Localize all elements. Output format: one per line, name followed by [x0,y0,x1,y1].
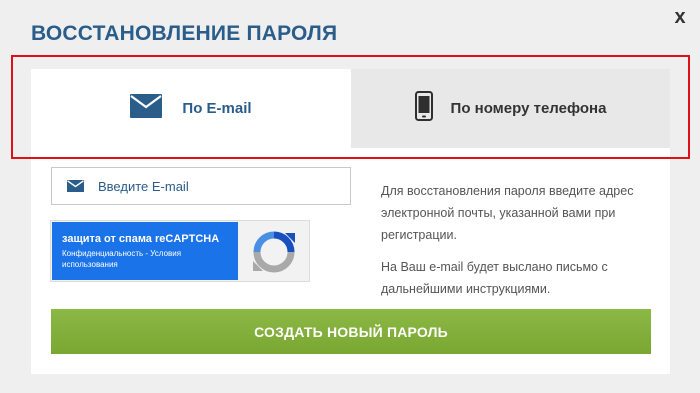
recaptcha-badge: защита от спама reCAPTCHA Конфиденциальн… [52,222,238,280]
recaptcha-title: защита от спама reCAPTCHA [62,233,220,245]
envelope-icon [67,180,84,192]
envelope-icon [130,94,163,123]
tab-phone[interactable]: По номеру телефона [351,69,670,148]
create-password-button[interactable]: СОЗДАТЬ НОВЫЙ ПАРОЛЬ [51,309,651,354]
recaptcha-icon[interactable] [251,229,297,275]
tab-phone-label: По номеру телефона [450,100,607,117]
phone-icon [414,91,433,126]
email-field[interactable]: Введите E-mail [51,167,351,205]
password-recovery-modal: ВОССТАНОВЛЕНИЕ ПАРОЛЯ x По E-mail По ном… [0,0,700,393]
close-button[interactable]: x [669,4,691,30]
recaptcha-widget[interactable]: защита от спама reCAPTCHA Конфиденциальн… [50,220,310,282]
tab-email-label: По E-mail [182,100,252,117]
email-placeholder: Введите E-mail [98,178,189,194]
help-paragraph-1: Для восстановления пароля введите адрес … [381,184,634,242]
tab-email[interactable]: По E-mail [31,69,351,148]
help-paragraph-2: На Ваш e-mail будет выслано письмо с дал… [381,260,608,296]
modal-title: ВОССТАНОВЛЕНИЕ ПАРОЛЯ [31,22,338,45]
recaptcha-terms[interactable]: Конфиденциальность - Условия использован… [62,248,232,270]
help-text: Для восстановления пароля введите адрес … [381,180,661,300]
